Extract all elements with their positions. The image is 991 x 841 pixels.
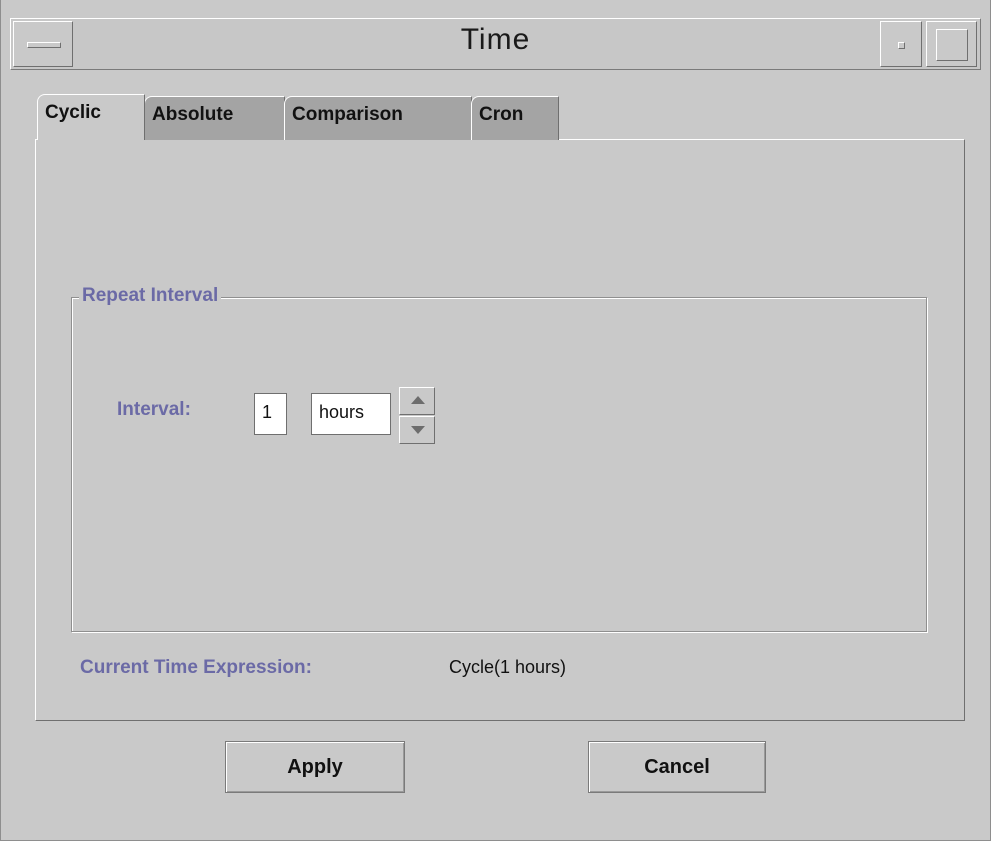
title-bar[interactable]: Time — [10, 18, 981, 70]
tab-cyclic[interactable]: Cyclic — [37, 94, 145, 140]
interval-unit-field[interactable]: hours — [311, 393, 391, 435]
interval-label: Interval: — [117, 399, 191, 420]
maximize-icon — [936, 29, 968, 61]
maximize-button[interactable] — [926, 21, 977, 67]
window-title: Time — [460, 23, 531, 56]
spinner-up-button[interactable] — [399, 387, 435, 415]
cancel-button[interactable]: Cancel — [588, 741, 766, 793]
current-expression-value: Cycle(1 hours) — [449, 657, 567, 677]
window-frame: Time Cyclic Absolute Comparison Cron Rep… — [0, 0, 991, 841]
apply-button[interactable]: Apply — [225, 741, 405, 793]
triangle-down-icon — [411, 426, 425, 434]
unit-spinner — [399, 387, 435, 445]
repeat-interval-legend: Repeat Interval — [79, 285, 222, 307]
interval-value-field[interactable]: 1 — [254, 393, 287, 435]
tab-absolute[interactable]: Absolute — [144, 96, 285, 140]
tab-comparison[interactable]: Comparison — [284, 96, 472, 140]
minimize-icon — [898, 42, 905, 49]
minimize-button[interactable] — [880, 21, 922, 67]
tab-cron[interactable]: Cron — [471, 96, 559, 140]
triangle-up-icon — [411, 396, 425, 404]
repeat-interval-group — [71, 297, 927, 632]
spinner-down-button[interactable] — [399, 416, 435, 444]
current-expression-label: Current Time Expression: — [80, 657, 312, 678]
